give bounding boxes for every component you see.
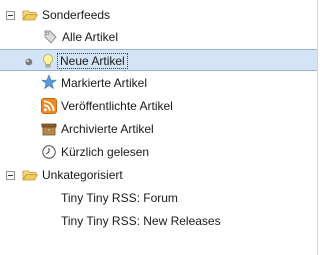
category-row-unkategorisiert[interactable]: Unkategorisiert bbox=[0, 164, 317, 186]
feed-label: Veröffentlichte Artikel bbox=[61, 99, 173, 113]
feed-row-alle-artikel[interactable]: Alle Artikel bbox=[0, 26, 317, 48]
collapse-toggle-icon[interactable] bbox=[6, 11, 15, 20]
feed-label: Alle Artikel bbox=[62, 30, 119, 44]
feed-row-archivierte-artikel[interactable]: Archivierte Artikel bbox=[0, 118, 317, 140]
archive-box-icon bbox=[41, 121, 57, 137]
feed-row-markierte-artikel[interactable]: Markierte Artikel bbox=[0, 72, 317, 94]
hover-indicator-icon bbox=[25, 58, 33, 66]
tag-icon bbox=[42, 29, 58, 45]
lightbulb-icon bbox=[40, 53, 56, 69]
open-folder-icon bbox=[22, 7, 38, 23]
feed-label: Neue Artikel bbox=[57, 53, 128, 69]
feed-row-neue-artikel[interactable]: Neue Artikel bbox=[0, 49, 317, 71]
collapse-toggle-icon[interactable] bbox=[6, 171, 15, 180]
feed-label: Markierte Artikel bbox=[61, 76, 148, 90]
category-label: Sonderfeeds bbox=[42, 8, 111, 22]
feed-label: Kürzlich gelesen bbox=[61, 145, 150, 159]
pane-divider[interactable] bbox=[317, 0, 318, 255]
feed-label: Archivierte Artikel bbox=[61, 122, 154, 136]
clock-icon bbox=[41, 144, 57, 160]
open-folder-icon bbox=[22, 167, 38, 183]
feed-label: Tiny Tiny RSS: New Releases bbox=[61, 214, 221, 228]
feed-row-ttrss-new-releases[interactable]: Tiny Tiny RSS: New Releases bbox=[0, 210, 317, 232]
star-icon bbox=[41, 74, 57, 90]
feed-row-ttrss-forum[interactable]: Tiny Tiny RSS: Forum bbox=[0, 187, 317, 209]
category-row-sonderfeeds[interactable]: Sonderfeeds bbox=[0, 4, 317, 26]
feed-tree: Sonderfeeds Alle Artikel Neue Artikel Ma… bbox=[0, 0, 320, 255]
feed-label: Tiny Tiny RSS: Forum bbox=[61, 191, 178, 205]
rss-icon bbox=[41, 98, 57, 114]
category-label: Unkategorisiert bbox=[42, 168, 123, 182]
feed-row-kuerzlich-gelesen[interactable]: Kürzlich gelesen bbox=[0, 141, 317, 163]
feed-row-veroeffentlichte-artikel[interactable]: Veröffentlichte Artikel bbox=[0, 95, 317, 117]
